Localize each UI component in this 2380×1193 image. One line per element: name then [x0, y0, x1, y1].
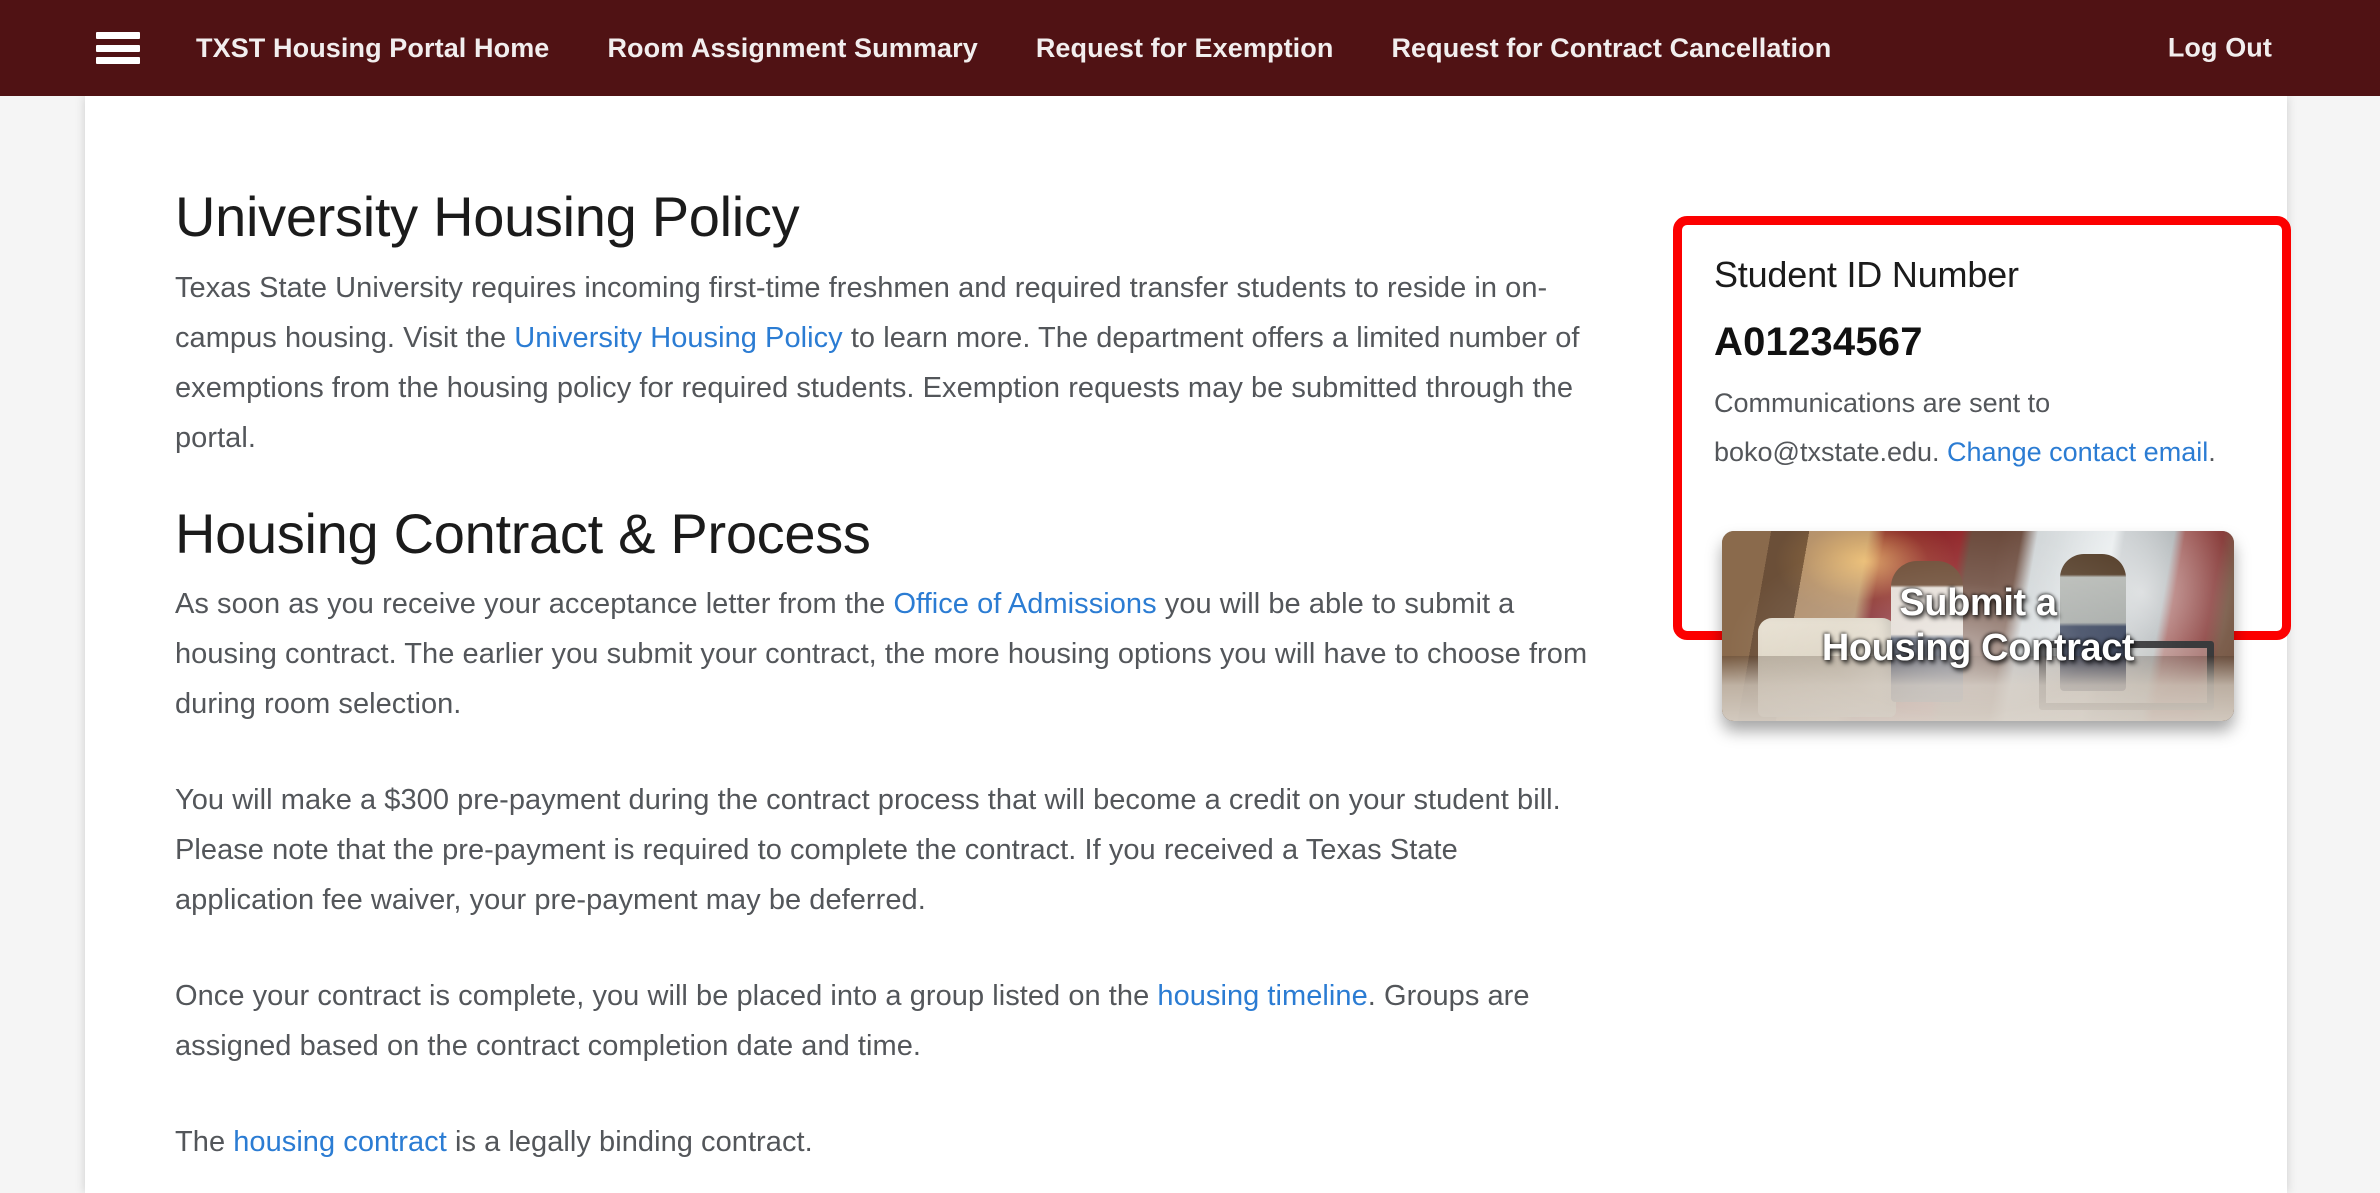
- hamburger-bar-3: [96, 57, 140, 64]
- contact-email-period: .: [2208, 437, 2216, 468]
- link-housing-contract[interactable]: housing contract: [233, 1126, 447, 1158]
- link-university-housing-policy[interactable]: University Housing Policy: [514, 322, 842, 354]
- contract-p4-after-link: is a legally binding contract.: [446, 1126, 813, 1159]
- link-change-contact-email[interactable]: Change contact email: [1947, 437, 2208, 467]
- nav-item-home[interactable]: TXST Housing Portal Home: [196, 25, 549, 72]
- contract-paragraph-4: The housing contract is a legally bindin…: [175, 1117, 1595, 1167]
- student-id-panel-highlight: Student ID Number A01234567 Communicatio…: [1673, 216, 2291, 721]
- link-office-of-admissions[interactable]: Office of Admissions: [893, 588, 1156, 620]
- hamburger-bar-2: [96, 44, 140, 52]
- nav-items-group: TXST Housing Portal Home Room Assignment…: [196, 25, 1831, 72]
- section-title-housing-contract-process: Housing Contract & Process: [175, 501, 871, 565]
- contract-p4-before-link: The: [175, 1126, 234, 1159]
- hamburger-menu-icon[interactable]: [96, 28, 140, 68]
- contract-paragraph-2: You will make a $300 pre-payment during …: [175, 784, 1561, 917]
- banner-caption: Submit a Housing Contract: [1722, 531, 2234, 721]
- nav-item-request-for-exemption[interactable]: Request for Exemption: [1036, 25, 1334, 72]
- banner-caption-line-1: Submit a: [1899, 582, 2057, 625]
- contract-paragraph-1: As soon as you receive your acceptance l…: [175, 579, 1595, 729]
- top-navigation-bar: TXST Housing Portal Home Room Assignment…: [0, 0, 2380, 96]
- main-content-column: University Housing Policy Texas State Un…: [175, 185, 1595, 1167]
- contract-paragraph-3: Once your contract is complete, you will…: [175, 971, 1595, 1071]
- hamburger-bar-1: [96, 32, 140, 39]
- contract-p1-before-link: As soon as you receive your acceptance l…: [175, 588, 894, 621]
- log-out-button[interactable]: Log Out: [2168, 25, 2272, 72]
- page-title-university-housing-policy: University Housing Policy: [175, 185, 800, 248]
- student-id-label: Student ID Number: [1714, 254, 2019, 295]
- policy-paragraph: Texas State University requires incoming…: [175, 263, 1595, 463]
- nav-item-room-assignment-summary[interactable]: Room Assignment Summary: [607, 25, 977, 72]
- contact-email-note: Communications are sent to boko@txstate.…: [1714, 379, 2250, 477]
- banner-caption-line-2: Housing Contract: [1821, 627, 2135, 669]
- content-card: University Housing Policy Texas State Un…: [85, 96, 2291, 1193]
- contract-p3-before-link: Once your contract is complete, you will…: [175, 980, 1158, 1013]
- submit-housing-contract-banner[interactable]: Submit a Housing Contract: [1722, 531, 2234, 721]
- link-housing-timeline[interactable]: housing timeline: [1157, 980, 1367, 1012]
- nav-item-request-for-contract-cancellation[interactable]: Request for Contract Cancellation: [1391, 25, 1831, 72]
- student-id-value: A01234567: [1714, 320, 1923, 365]
- student-id-panel: Student ID Number A01234567 Communicatio…: [1682, 225, 2282, 721]
